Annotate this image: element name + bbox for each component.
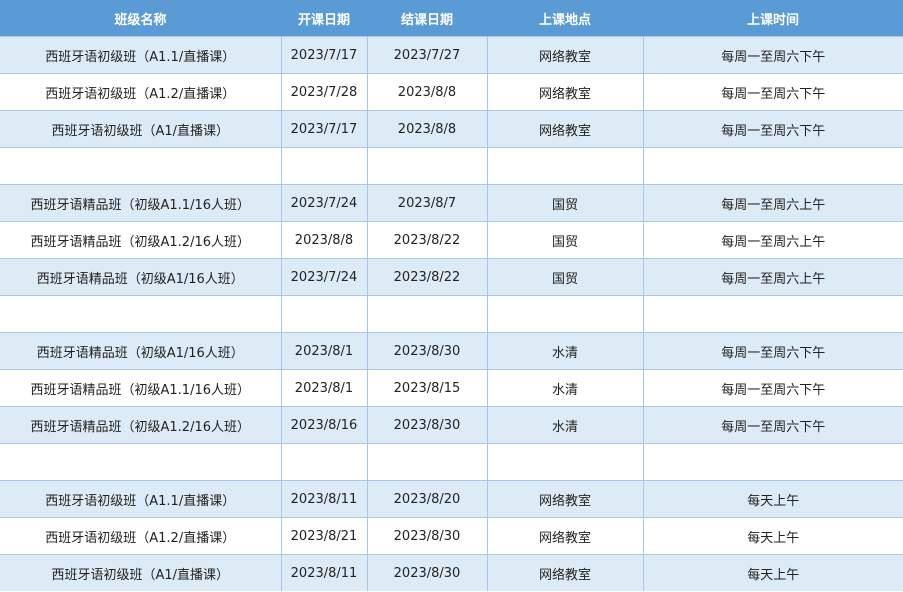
class-name-cell: 西班牙语精品班（初级A1.1/16人班） [0, 184, 281, 222]
location-cell [486, 295, 643, 333]
location-cell: 国贸 [486, 184, 643, 222]
end-date-cell: 2023/8/30 [366, 517, 487, 555]
end-date-cell [366, 295, 487, 333]
location-cell: 网络教室 [486, 73, 643, 111]
class-time-cell: 每周一至周六下午 [642, 369, 903, 407]
start-date-cell: 2023/8/1 [280, 369, 367, 407]
class-name-cell: 西班牙语精品班（初级A1.1/16人班） [0, 369, 281, 407]
class-time-cell: 每周一至周六下午 [642, 406, 903, 444]
class-time-cell [642, 295, 903, 333]
table-header-row: 班级名称 开课日期 结课日期 上课地点 上课时间 [0, 0, 903, 37]
header-class-time: 上课时间 [643, 0, 903, 37]
location-cell: 水清 [486, 406, 643, 444]
end-date-cell: 2023/8/8 [366, 73, 487, 111]
table-row: 西班牙语精品班（初级A1.1/16人班） 2023/7/24 2023/8/7 国贸每… [0, 184, 903, 222]
course-schedule-table: 班级名称 开课日期 结课日期 上课地点 上课时间 西班牙语初级班（A1.1/直播… [0, 0, 903, 591]
class-name-cell [0, 295, 281, 333]
table-body: 西班牙语初级班（A1.1/直播课） 2023/7/17 2023/7/27 网络教室每… [0, 36, 903, 591]
table-row [0, 443, 903, 481]
header-end-date: 结课日期 [367, 0, 487, 37]
table-row [0, 295, 903, 333]
end-date-cell: 2023/8/22 [366, 221, 487, 259]
end-date-cell: 2023/8/30 [366, 554, 487, 591]
class-name-cell: 西班牙语精品班（初级A1.2/16人班） [0, 406, 281, 444]
class-time-cell: 每天上午 [642, 554, 903, 591]
class-name-cell: 西班牙语初级班（A1.1/直播课） [0, 480, 281, 518]
end-date-cell: 2023/8/22 [366, 258, 487, 296]
table-row: 西班牙语初级班（A1/直播课） 2023/7/17 2023/8/8 网络教室 每周一至… [0, 110, 903, 148]
start-date-cell: 2023/7/28 [280, 73, 367, 111]
class-name-cell: 西班牙语精品班（初级A1.2/16人班） [0, 221, 281, 259]
end-date-cell: 2023/8/7 [366, 184, 487, 222]
location-cell: 网络教室 [486, 36, 643, 74]
location-cell [486, 443, 643, 481]
table-row: 西班牙语精品班（初级A1.2/16人班） 2023/8/8 2023/8/22 国贸每… [0, 221, 903, 259]
table-row: 西班牙语精品班（初级A1/16人班） 2023/8/1 2023/8/30 水清 每周一… [0, 332, 903, 370]
class-time-cell: 每周一至周六下午 [642, 73, 903, 111]
start-date-cell: 2023/8/1 [280, 332, 367, 370]
table-row: 西班牙语初级班（A1/直播课） 2023/8/11 2023/8/30 网络教室 每天上… [0, 554, 903, 591]
start-date-cell: 2023/7/24 [280, 258, 367, 296]
start-date-cell: 2023/8/21 [280, 517, 367, 555]
start-date-cell: 2023/7/24 [280, 184, 367, 222]
end-date-cell: 2023/8/15 [366, 369, 487, 407]
location-cell: 水清 [486, 369, 643, 407]
end-date-cell: 2023/8/20 [366, 480, 487, 518]
start-date-cell: 2023/8/11 [280, 480, 367, 518]
table-row: 西班牙语精品班（初级A1.2/16人班） 2023/8/16 2023/8/30 水清… [0, 406, 903, 444]
class-time-cell [642, 443, 903, 481]
end-date-cell: 2023/8/30 [366, 406, 487, 444]
class-name-cell: 西班牙语初级班（A1.1/直播课） [0, 36, 281, 74]
end-date-cell: 2023/7/27 [366, 36, 487, 74]
start-date-cell [280, 295, 367, 333]
class-name-cell: 西班牙语精品班（初级A1/16人班） [0, 258, 281, 296]
start-date-cell: 2023/7/17 [280, 36, 367, 74]
location-cell: 水清 [486, 332, 643, 370]
class-name-cell: 西班牙语初级班（A1/直播课） [0, 554, 281, 591]
end-date-cell: 2023/8/8 [366, 110, 487, 148]
class-time-cell: 每周一至周六下午 [642, 36, 903, 74]
header-location: 上课地点 [487, 0, 643, 37]
class-name-cell [0, 147, 281, 185]
class-time-cell: 每周一至周六下午 [642, 110, 903, 148]
table-row: 西班牙语初级班（A1.2/直播课） 2023/8/21 2023/8/30 网络教室每… [0, 517, 903, 555]
start-date-cell: 2023/8/8 [280, 221, 367, 259]
class-time-cell: 每周一至周六下午 [642, 332, 903, 370]
location-cell: 网络教室 [486, 110, 643, 148]
location-cell: 网络教室 [486, 554, 643, 591]
table-row: 西班牙语精品班（初级A1.1/16人班） 2023/8/1 2023/8/15 水清每… [0, 369, 903, 407]
class-name-cell: 西班牙语精品班（初级A1/16人班） [0, 332, 281, 370]
table-row: 西班牙语初级班（A1.2/直播课） 2023/7/28 2023/8/8 网络教室 每周… [0, 73, 903, 111]
end-date-cell [366, 147, 487, 185]
table-row [0, 147, 903, 185]
table-row: 西班牙语初级班（A1.1/直播课） 2023/7/17 2023/7/27 网络教室每… [0, 36, 903, 74]
start-date-cell: 2023/8/11 [280, 554, 367, 591]
location-cell: 国贸 [486, 258, 643, 296]
header-class-name: 班级名称 [0, 0, 281, 37]
table-row: 西班牙语精品班（初级A1/16人班） 2023/7/24 2023/8/22 国贸 每周… [0, 258, 903, 296]
class-time-cell: 每天上午 [642, 517, 903, 555]
location-cell [486, 147, 643, 185]
class-name-cell: 西班牙语初级班（A1.2/直播课） [0, 73, 281, 111]
start-date-cell: 2023/7/17 [280, 110, 367, 148]
start-date-cell [280, 147, 367, 185]
location-cell: 网络教室 [486, 480, 643, 518]
end-date-cell: 2023/8/30 [366, 332, 487, 370]
class-time-cell: 每周一至周六上午 [642, 221, 903, 259]
class-name-cell [0, 443, 281, 481]
class-time-cell: 每周一至周六上午 [642, 184, 903, 222]
class-time-cell [642, 147, 903, 185]
class-time-cell: 每周一至周六上午 [642, 258, 903, 296]
end-date-cell [366, 443, 487, 481]
class-name-cell: 西班牙语初级班（A1.2/直播课） [0, 517, 281, 555]
header-start-date: 开课日期 [281, 0, 367, 37]
location-cell: 国贸 [486, 221, 643, 259]
start-date-cell: 2023/8/16 [280, 406, 367, 444]
location-cell: 网络教室 [486, 517, 643, 555]
class-time-cell: 每天上午 [642, 480, 903, 518]
class-name-cell: 西班牙语初级班（A1/直播课） [0, 110, 281, 148]
table-row: 西班牙语初级班（A1.1/直播课） 2023/8/11 2023/8/20 网络教室每… [0, 480, 903, 518]
start-date-cell [280, 443, 367, 481]
